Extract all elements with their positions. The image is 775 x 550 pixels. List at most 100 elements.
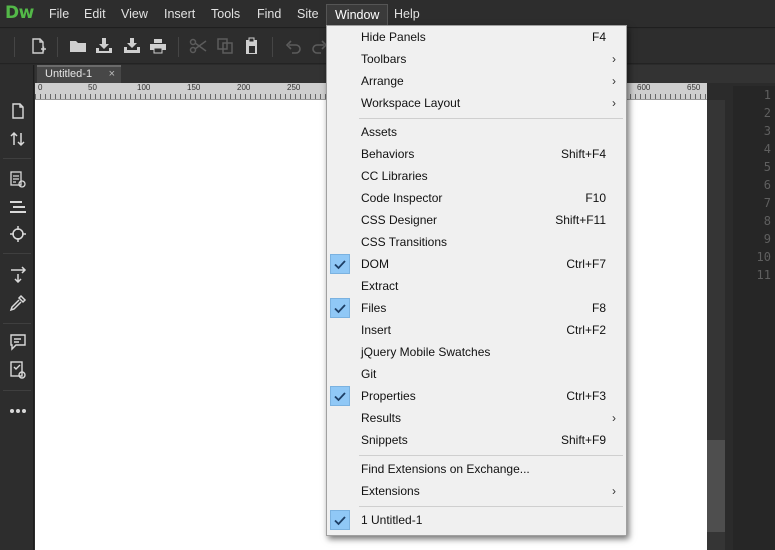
line-number: 10 xyxy=(756,250,771,264)
file-icon[interactable] xyxy=(9,102,27,120)
chevron-right-icon: › xyxy=(612,96,616,110)
menu-item-insert[interactable]: Insert Ctrl+F2 xyxy=(327,320,626,342)
eyedropper-icon[interactable] xyxy=(9,294,27,312)
close-icon[interactable]: × xyxy=(109,67,115,82)
menu-item-label: Arrange xyxy=(361,74,404,88)
menu-separator xyxy=(359,118,623,119)
open-folder-icon[interactable] xyxy=(69,37,87,55)
menu-item-label: Find Extensions on Exchange... xyxy=(361,462,530,476)
comment-icon[interactable] xyxy=(9,333,27,351)
menu-item-toolbars[interactable]: Toolbars › xyxy=(327,49,626,71)
panel-separator xyxy=(3,158,31,159)
text-align-icon[interactable] xyxy=(9,198,27,216)
menu-item-shortcut: F8 xyxy=(591,301,606,315)
app-logo: Dw xyxy=(5,3,34,23)
ruler-label: 200 xyxy=(237,83,251,92)
menu-window[interactable]: Window xyxy=(326,4,389,26)
menu-separator xyxy=(359,455,623,456)
checkmark-icon xyxy=(330,510,350,530)
menu-item-label: 1 Untitled-1 xyxy=(361,513,423,527)
menu-item-label: CC Libraries xyxy=(361,169,428,183)
live-view-icon[interactable] xyxy=(9,171,27,189)
code-line-numbers: 1 2 3 4 5 6 7 8 9 10 11 xyxy=(733,86,775,550)
chevron-right-icon: › xyxy=(612,411,616,425)
menu-item-hide-panels[interactable]: Hide Panels F4 xyxy=(327,27,626,49)
menu-item-workspace-layout[interactable]: Workspace Layout › xyxy=(327,93,626,115)
ruler-label: 250 xyxy=(287,83,301,92)
menu-item-shortcut: Ctrl+F2 xyxy=(566,323,606,337)
menu-item-shortcut: F4 xyxy=(591,30,606,44)
menu-item-git[interactable]: Git xyxy=(327,364,626,386)
menu-item-css-transitions[interactable]: CSS Transitions xyxy=(327,232,626,254)
menu-item-code-inspector[interactable]: Code Inspector F10 xyxy=(327,188,626,210)
menu-item-results[interactable]: Results › xyxy=(327,408,626,430)
chevron-right-icon: › xyxy=(612,484,616,498)
menu-insert[interactable]: Insert xyxy=(156,4,203,26)
panel-separator xyxy=(3,390,31,391)
toolbar-separator xyxy=(178,37,179,57)
ruler-label: 50 xyxy=(88,83,97,92)
menu-item-behaviors[interactable]: Behaviors Shift+F4 xyxy=(327,144,626,166)
menu-item-label: DOM xyxy=(361,257,389,271)
menu-item-dom[interactable]: DOM Ctrl+F7 xyxy=(327,254,626,276)
menu-item-label: Properties xyxy=(361,389,416,403)
new-file-icon[interactable] xyxy=(29,37,47,55)
menu-edit[interactable]: Edit xyxy=(76,4,114,26)
line-number: 2 xyxy=(763,106,771,120)
menu-find[interactable]: Find xyxy=(249,4,289,26)
menu-item-arrange[interactable]: Arrange › xyxy=(327,71,626,93)
menu-item-label: Hide Panels xyxy=(361,30,426,44)
menu-item-cc-libraries[interactable]: CC Libraries xyxy=(327,166,626,188)
menu-item-shortcut: Shift+F9 xyxy=(560,433,606,447)
menu-item-label: Insert xyxy=(361,323,392,337)
ruler-label: 0 xyxy=(38,83,43,92)
line-number: 11 xyxy=(756,268,771,282)
menu-item-find-extensions-on-exchange[interactable]: Find Extensions on Exchange... xyxy=(327,459,626,481)
ruler-label: 650 xyxy=(687,83,701,92)
menu-item-extract[interactable]: Extract xyxy=(327,276,626,298)
line-number: 7 xyxy=(763,196,771,210)
target-icon[interactable] xyxy=(9,225,27,243)
menu-item-label: Workspace Layout xyxy=(361,96,461,110)
save-icon[interactable] xyxy=(95,37,113,55)
menu-item-extensions[interactable]: Extensions › xyxy=(327,481,626,503)
document-tab[interactable]: Untitled-1 × xyxy=(37,65,121,83)
menu-item-label: CSS Transitions xyxy=(361,235,448,249)
menu-bar: Dw File Edit View Insert Tools Find Site… xyxy=(0,0,775,28)
menu-item-assets[interactable]: Assets xyxy=(327,122,626,144)
menu-item-css-designer[interactable]: CSS Designer Shift+F11 xyxy=(327,210,626,232)
menu-item-properties[interactable]: Properties Ctrl+F3 xyxy=(327,386,626,408)
panel-separator xyxy=(3,323,31,324)
menu-item-shortcut: Shift+F4 xyxy=(560,147,606,161)
menu-view[interactable]: View xyxy=(113,4,156,26)
menu-item-shortcut: F10 xyxy=(585,191,606,205)
menu-item-label: Toolbars xyxy=(361,52,407,66)
menu-item-snippets[interactable]: Snippets Shift+F9 xyxy=(327,430,626,452)
expand-icon[interactable] xyxy=(9,265,27,284)
menu-item-jquery-mobile-swatches[interactable]: jQuery Mobile Swatches xyxy=(327,342,626,364)
more-icon[interactable] xyxy=(9,402,27,420)
checkmark-icon xyxy=(330,298,350,318)
checkmark-icon xyxy=(330,386,350,406)
menu-file[interactable]: File xyxy=(41,4,77,26)
copy-icon[interactable] xyxy=(216,37,234,55)
save-all-icon[interactable] xyxy=(123,37,141,55)
validate-icon[interactable] xyxy=(9,361,27,379)
scrollbar-thumb[interactable] xyxy=(707,440,725,532)
menu-item-1-untitled-1[interactable]: 1 Untitled-1 xyxy=(327,510,626,532)
menu-site[interactable]: Site xyxy=(289,4,327,26)
cut-icon[interactable] xyxy=(189,37,207,55)
undo-icon[interactable] xyxy=(284,37,302,55)
print-icon[interactable] xyxy=(149,37,167,55)
ruler-label: 150 xyxy=(187,83,201,92)
menu-item-label: Results xyxy=(361,411,402,425)
sort-icon[interactable] xyxy=(9,130,27,148)
line-number: 6 xyxy=(763,178,771,192)
menu-tools[interactable]: Tools xyxy=(203,4,248,26)
menu-help[interactable]: Help xyxy=(386,4,428,26)
paste-icon[interactable] xyxy=(243,37,261,55)
menu-item-files[interactable]: Files F8 xyxy=(327,298,626,320)
line-number: 3 xyxy=(763,124,771,138)
menu-item-label: Snippets xyxy=(361,433,408,447)
line-number: 1 xyxy=(763,88,771,102)
